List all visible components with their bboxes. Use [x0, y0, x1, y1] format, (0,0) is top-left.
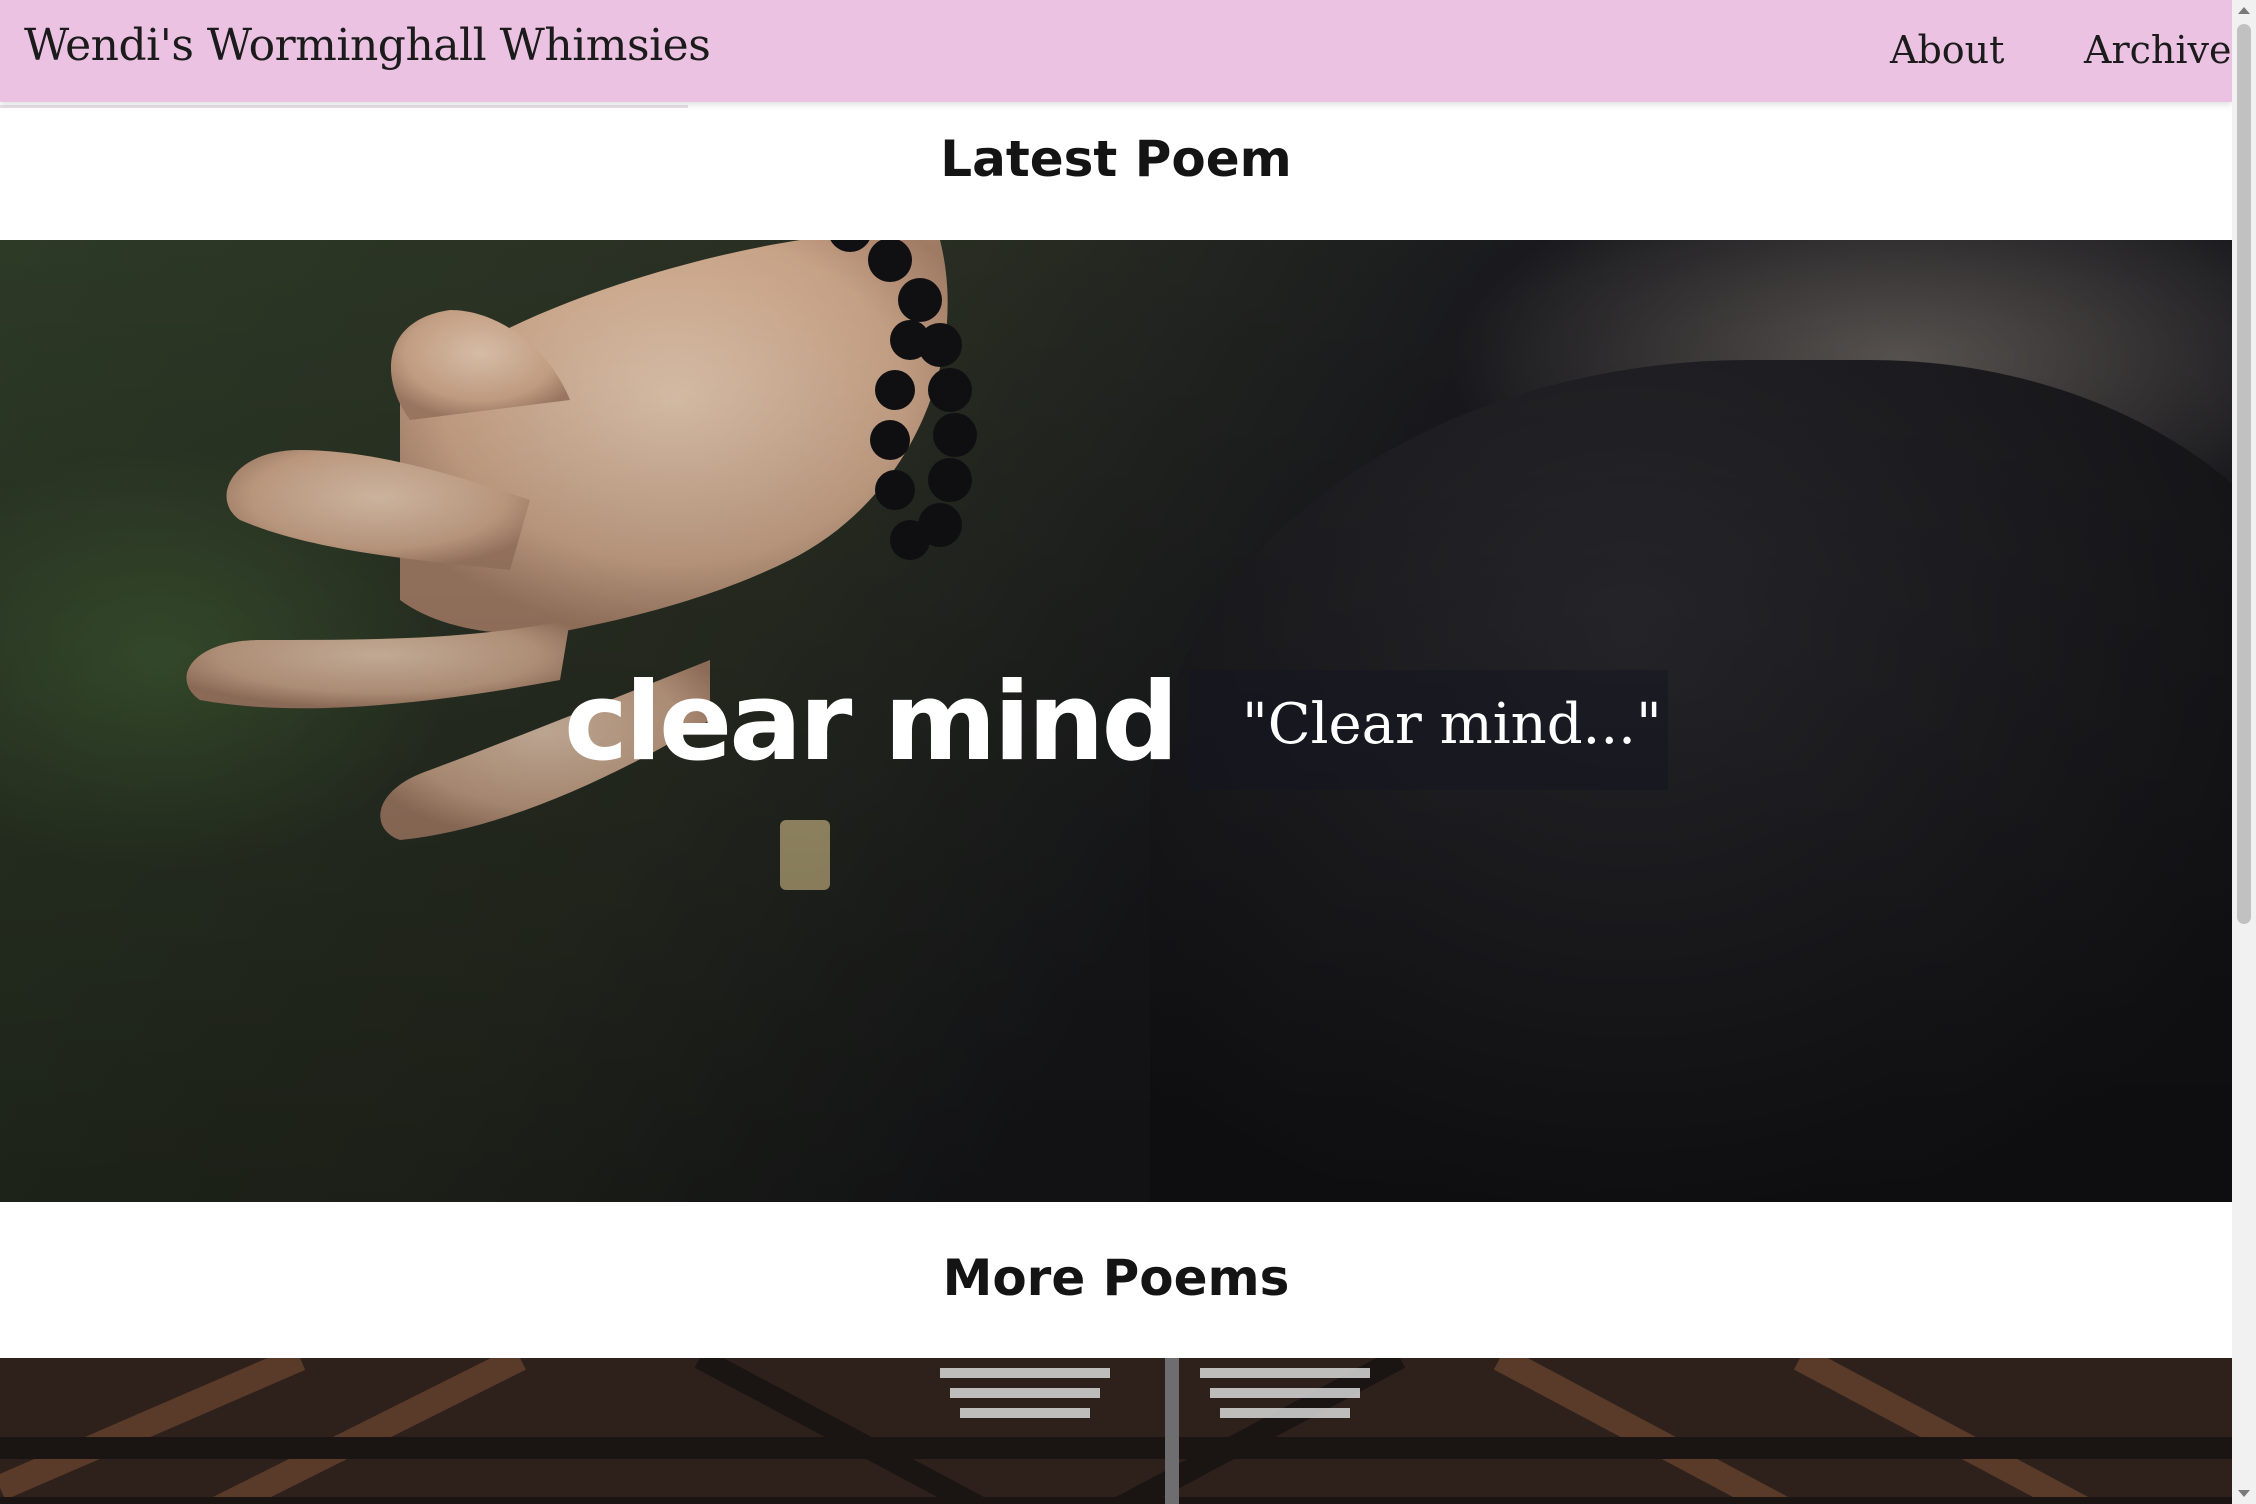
- main-content: Wendi's Worminghall Whimsies About Archi…: [0, 0, 2232, 1504]
- latest-poem-card[interactable]: clear mind "Clear mind...": [0, 240, 2232, 1202]
- nav-archive-link[interactable]: Archive: [2084, 28, 2231, 72]
- more-poems-card[interactable]: [0, 1358, 2232, 1504]
- latest-poem-excerpt: "Clear mind...": [1242, 692, 1662, 757]
- title-underline: [0, 105, 688, 108]
- latest-poem-heading: Latest Poem: [940, 130, 1292, 188]
- more-poems-heading: More Poems: [942, 1249, 1290, 1307]
- page: Wendi's Worminghall Whimsies About Archi…: [0, 0, 2256, 1504]
- nav-about-link[interactable]: About: [1890, 28, 2004, 72]
- scroll-down-arrow-icon[interactable]: [2238, 1490, 2250, 1497]
- more-poems-image: [0, 1358, 2232, 1504]
- site-title-link[interactable]: Wendi's Worminghall Whimsies: [24, 20, 711, 71]
- scroll-thumb[interactable]: [2237, 24, 2251, 924]
- vertical-scrollbar[interactable]: [2232, 0, 2256, 1504]
- site-header: Wendi's Worminghall Whimsies About Archi…: [0, 0, 2232, 102]
- latest-poem-title[interactable]: clear mind: [564, 660, 1179, 785]
- scroll-up-arrow-icon[interactable]: [2238, 7, 2250, 14]
